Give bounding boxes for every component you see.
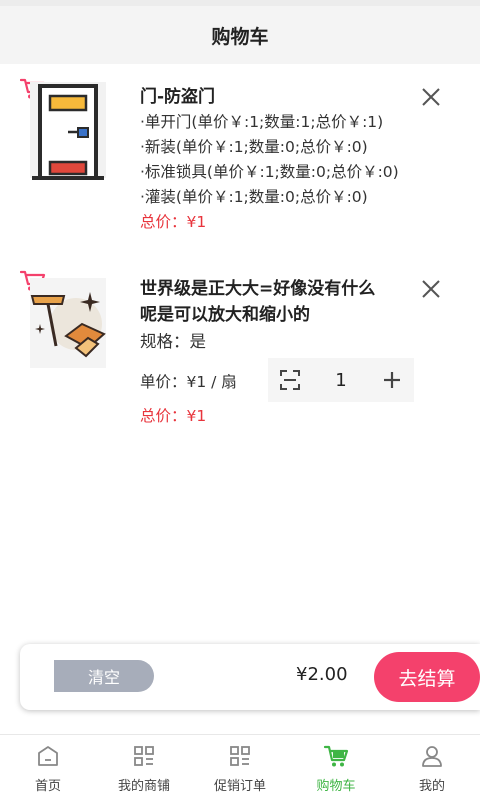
checkout-bar: 清空 ¥2.00 去结算 (20, 644, 480, 710)
cart-item: 门-防盗门 ·单开门(单价￥:1;数量:1;总价￥:1) ·新装(单价￥:1;数… (0, 64, 480, 264)
quantity-stepper: 1 (268, 358, 414, 402)
door-thumbnail (30, 82, 106, 180)
tab-my-shop[interactable]: 我的商铺 (96, 735, 192, 800)
tab-label: 我的 (418, 779, 445, 794)
item-total: 总价：¥1 (140, 213, 207, 231)
quantity-value[interactable]: 1 (312, 370, 370, 391)
home-icon (38, 746, 58, 766)
tab-cart[interactable]: 购物车 (288, 735, 384, 800)
item-total: 总价：¥1 (140, 407, 207, 425)
close-icon[interactable] (418, 84, 444, 110)
item-spec-line: ·灌装(单价￥:1;数量:0;总价￥:0) (140, 188, 368, 206)
clear-cart-button[interactable]: 清空 (54, 660, 154, 692)
item-name: 世界级是正大大=好像没有什么 (140, 279, 376, 299)
item-name: 呢是可以放大和缩小的 (140, 305, 310, 325)
item-spec-line: ·单开门(单价￥:1;数量:1;总价￥:1) (140, 113, 384, 131)
total-amount: ¥2.00 (296, 664, 348, 685)
plus-icon (384, 372, 400, 388)
cart-item: 世界级是正大大=好像没有什么 呢是可以放大和缩小的 规格：是 单价：¥1 / 扇… (0, 264, 480, 444)
minus-icon (280, 370, 300, 390)
app-header: 购物车 (0, 0, 480, 64)
tab-promo-orders[interactable]: 促销订单 (192, 735, 288, 800)
tile-thumbnail (30, 278, 106, 368)
decrease-button[interactable] (268, 358, 312, 402)
item-spec-line: ·标准锁具(单价￥:1;数量:0;总价￥:0) (140, 163, 399, 181)
order-icon (230, 746, 250, 766)
bottom-tab-bar: 首页 我的商铺 促销订单 购物车 我的 (0, 734, 480, 800)
increase-button[interactable] (370, 358, 414, 402)
page-title: 购物车 (211, 25, 269, 48)
cart-icon (323, 745, 349, 767)
item-spec: 规格：是 (140, 332, 206, 351)
shop-icon (134, 746, 154, 766)
item-name: 门-防盗门 (140, 87, 216, 107)
tab-label: 促销订单 (213, 779, 266, 794)
close-icon[interactable] (418, 276, 444, 302)
item-unit-price: 单价：¥1 / 扇 (140, 373, 237, 391)
tab-label: 首页 (34, 779, 61, 794)
checkout-button[interactable]: 去结算 (374, 652, 480, 702)
tab-mine[interactable]: 我的 (384, 735, 480, 800)
item-spec-line: ·新装(单价￥:1;数量:0;总价￥:0) (140, 138, 368, 156)
user-icon (422, 746, 442, 767)
tab-home[interactable]: 首页 (0, 735, 96, 800)
tab-label: 购物车 (316, 779, 356, 794)
tab-label: 我的商铺 (117, 779, 170, 794)
